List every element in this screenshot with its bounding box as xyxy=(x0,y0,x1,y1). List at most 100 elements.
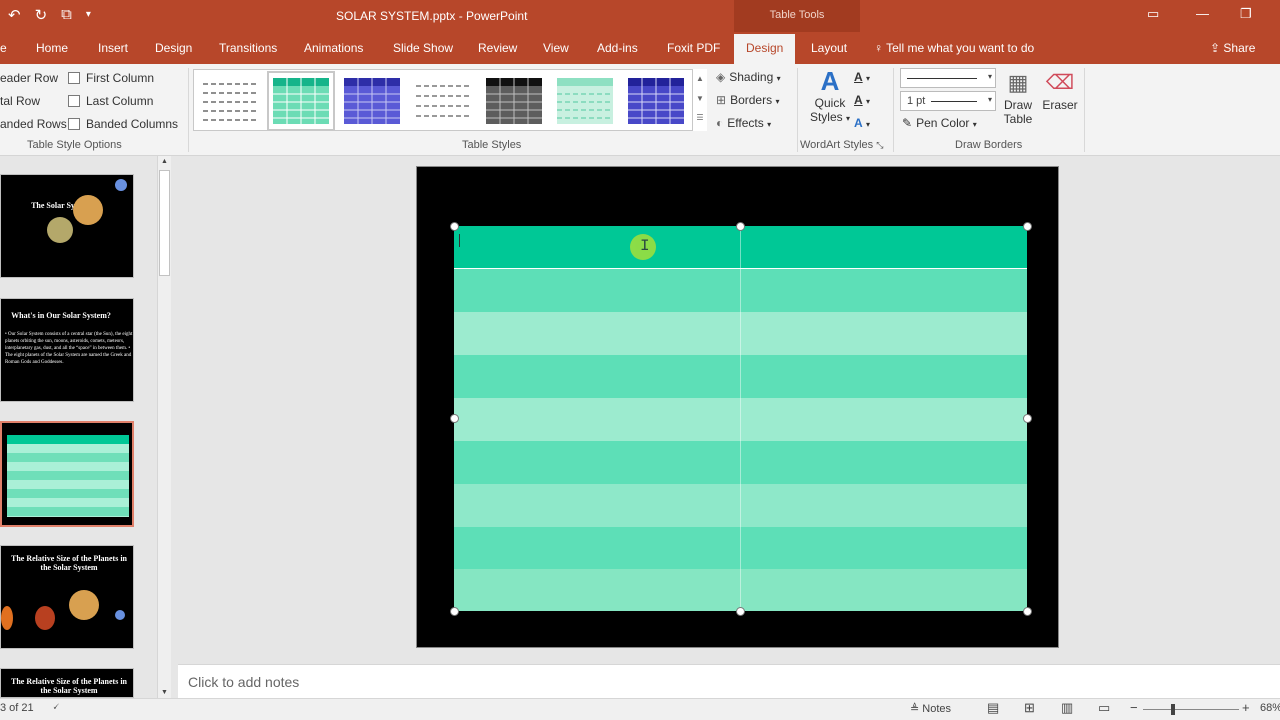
header-row-label: eader Row xyxy=(0,71,59,85)
mouse-cursor-highlight: I xyxy=(630,234,656,260)
notes-placeholder: Click to add notes xyxy=(188,674,300,690)
minimize-icon[interactable]: — xyxy=(1196,6,1209,21)
resize-handle-top-left[interactable] xyxy=(450,222,459,231)
zoom-slider[interactable] xyxy=(1143,709,1239,710)
pen-style-dropdown[interactable]: ▾ xyxy=(900,68,996,88)
restore-icon[interactable]: ❐ xyxy=(1240,6,1252,22)
start-slideshow-icon[interactable]: ⧉ xyxy=(61,6,72,24)
normal-view-icon[interactable]: ▤ xyxy=(987,700,999,716)
pen-icon: ✎ xyxy=(902,116,913,130)
slideshow-view-icon[interactable]: ▭ xyxy=(1098,700,1110,716)
borders-button[interactable]: ⊞ Borders ▾ xyxy=(716,93,779,107)
scroll-thumb[interactable] xyxy=(159,170,170,276)
gallery-down-icon[interactable]: ▼ xyxy=(693,89,707,109)
gallery-up-icon[interactable]: ▲ xyxy=(693,69,707,89)
tab-foxit-pdf[interactable]: Foxit PDF xyxy=(667,41,720,55)
ribbon-display-icon[interactable]: ▭ xyxy=(1147,6,1159,22)
total-row-option[interactable]: tal Row xyxy=(0,94,40,108)
last-column-checkbox[interactable] xyxy=(68,95,80,107)
table-style-green-medium[interactable] xyxy=(267,71,335,131)
banded-columns-checkbox[interactable] xyxy=(68,118,80,130)
tab-home[interactable]: Home xyxy=(36,41,68,55)
text-fill-button[interactable]: A ▾ xyxy=(854,70,870,84)
shading-label: Shading xyxy=(729,70,774,84)
zoom-level[interactable]: 68% xyxy=(1260,702,1280,714)
tell-me-box[interactable]: ♀ Tell me what you want to do xyxy=(874,41,1034,55)
last-column-option[interactable]: Last Column xyxy=(68,94,153,108)
undo-icon[interactable]: ↶ xyxy=(8,6,21,24)
tab-transitions[interactable]: Transitions xyxy=(219,41,277,55)
slide-thumbnail-2[interactable]: What's in Our Solar System? • Our Solar … xyxy=(0,298,134,402)
chevron-down-icon: ▾ xyxy=(866,97,871,106)
eraser-button[interactable]: ⌫ Eraser xyxy=(1040,68,1080,112)
status-bar: 3 of 21 🗸 ≜ Notes ▤ ⊞ ▥ ▭ − + 68% xyxy=(0,698,1280,720)
resize-handle-bottom[interactable] xyxy=(736,607,745,616)
mars-image xyxy=(35,606,55,630)
shading-button[interactable]: ◈ Shading ▾ xyxy=(716,70,781,84)
tab-insert[interactable]: Insert xyxy=(98,41,128,55)
first-column-option[interactable]: First Column xyxy=(68,71,154,85)
scroll-up-icon[interactable]: ▲ xyxy=(158,156,171,168)
share-button[interactable]: ⇪ Share xyxy=(1210,41,1255,55)
spell-check-icon[interactable]: 🗸 xyxy=(52,701,60,714)
header-row-option[interactable]: eader Row xyxy=(0,71,58,85)
tab-add-ins[interactable]: Add-ins xyxy=(597,41,638,55)
tab-view[interactable]: View xyxy=(543,41,569,55)
table-style-blue-medium[interactable] xyxy=(343,76,401,126)
thumbnail-title: The Solar System xyxy=(31,201,91,210)
tab-table-layout[interactable]: Layout xyxy=(811,41,847,55)
tab-slide-show[interactable]: Slide Show xyxy=(393,41,453,55)
draw-table-icon: ▦ xyxy=(1007,70,1029,95)
scroll-down-icon[interactable]: ▼ xyxy=(158,689,171,696)
resize-handle-bottom-right[interactable] xyxy=(1023,607,1032,616)
draw-table-button[interactable]: ▦ Draw Table xyxy=(998,68,1038,126)
wordart-styles-label: WordArt Styles ⤡ xyxy=(800,139,883,151)
resize-handle-top[interactable] xyxy=(736,222,745,231)
tab-table-design[interactable]: Design xyxy=(734,34,796,64)
resize-handle-top-right[interactable] xyxy=(1023,222,1032,231)
slide-thumbnail-1[interactable]: The Solar System xyxy=(0,174,134,278)
thumbnail-scrollbar[interactable]: ▲ ▼ xyxy=(157,156,171,698)
zoom-in-icon[interactable]: + xyxy=(1242,700,1250,715)
zoom-slider-thumb[interactable] xyxy=(1171,704,1175,715)
slide-sorter-icon[interactable]: ⊞ xyxy=(1024,700,1035,716)
notes-toggle-button[interactable]: ≜ Notes xyxy=(910,702,951,715)
resize-handle-right[interactable] xyxy=(1023,414,1032,423)
table-column-divider xyxy=(740,226,741,611)
tab-animations[interactable]: Animations xyxy=(304,41,363,55)
table-style-blue-dark[interactable] xyxy=(627,76,685,126)
pen-weight-dropdown[interactable]: 1 pt ▾ xyxy=(900,91,996,111)
gallery-more-icon[interactable]: ☰ xyxy=(693,109,707,127)
table-style-dark-gray[interactable] xyxy=(485,76,543,126)
effects-button[interactable]: ◐ Effects ▾ xyxy=(716,116,771,130)
slide-thumbnail-3-selected[interactable] xyxy=(0,421,134,527)
reading-view-icon[interactable]: ▥ xyxy=(1061,700,1073,716)
table-style-plain[interactable] xyxy=(201,76,259,126)
first-column-checkbox[interactable] xyxy=(68,72,80,84)
dialog-launcher-icon[interactable]: ⤡ xyxy=(876,140,883,150)
table-style-light-dashed[interactable] xyxy=(414,76,472,126)
tab-file[interactable]: e xyxy=(0,41,7,55)
slide-thumbnail-4[interactable]: The Relative Size of the Planets in the … xyxy=(0,545,134,649)
quick-styles-button[interactable]: A Quick Styles ▾ xyxy=(808,66,852,124)
chevron-down-icon: ▾ xyxy=(866,74,871,83)
slide-thumbnail-5[interactable]: The Relative Size of the Planets in the … xyxy=(0,668,134,698)
banded-rows-option[interactable]: anded Rows xyxy=(0,117,67,131)
zoom-out-icon[interactable]: − xyxy=(1130,700,1138,715)
resize-handle-left[interactable] xyxy=(450,414,459,423)
notes-pane[interactable]: Click to add notes xyxy=(178,664,1280,698)
resize-handle-bottom-left[interactable] xyxy=(450,607,459,616)
text-outline-button[interactable]: A ▾ xyxy=(854,93,870,107)
thumbnail-body: • Our Solar System consists of a central… xyxy=(5,332,133,365)
customize-toolbar-icon[interactable]: ▾ xyxy=(86,6,91,24)
tab-review[interactable]: Review xyxy=(478,41,517,55)
table-style-green-light[interactable] xyxy=(556,76,614,126)
redo-icon[interactable]: ↻ xyxy=(35,6,48,24)
solar-table[interactable] xyxy=(454,226,1027,611)
pen-color-button[interactable]: ✎ Pen Color ▾ xyxy=(902,116,977,130)
text-effects-button[interactable]: A ▾ xyxy=(854,116,870,130)
table-style-options-label: Table Style Options xyxy=(27,139,122,151)
saturn-image xyxy=(73,195,103,225)
tab-design[interactable]: Design xyxy=(155,41,192,55)
banded-columns-option[interactable]: Banded Columns xyxy=(68,117,178,131)
